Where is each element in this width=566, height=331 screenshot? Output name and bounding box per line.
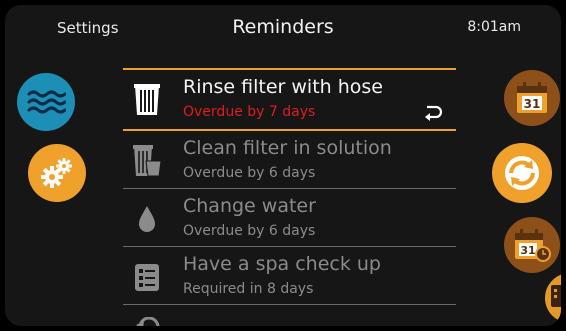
water-waves-icon [27, 90, 66, 114]
clock: 8:01am [467, 19, 521, 35]
reminder-title: Rinse filter with hose [183, 76, 383, 98]
calendar-day: 31 [524, 97, 541, 111]
calendar-clock-icon: 31 [515, 229, 551, 262]
reminder-status: Required in 8 days [183, 281, 314, 297]
settings-button[interactable] [28, 144, 86, 202]
return-icon[interactable] [423, 103, 445, 123]
reminder-item-change-water[interactable]: Change water Overdue by 6 days [123, 189, 456, 246]
calendar-button[interactable]: 31 [504, 70, 560, 126]
filter-icon [134, 84, 160, 115]
water-button[interactable] [17, 73, 75, 131]
water-drop-icon [139, 206, 155, 232]
reminders-button[interactable] [492, 143, 552, 203]
gears-icon [41, 158, 72, 188]
schedule-button[interactable]: 31 [504, 217, 560, 273]
app-frame: Settings Reminders 8:01am 31 31 Rinse fi… [5, 5, 561, 326]
top-bar: Settings Reminders 8:01am [5, 5, 561, 51]
filter-bucket-icon [133, 145, 162, 177]
checklist-icon [135, 264, 159, 291]
reminder-title: Clean filter in solution [183, 137, 392, 159]
reminder-item-rinse-filter[interactable]: Rinse filter with hose Overdue by 7 days [123, 70, 456, 127]
cycle-arrows-icon [505, 156, 539, 190]
reminder-title: Change water [183, 195, 316, 217]
calendar-day-2: 31 [520, 244, 535, 257]
back-arrow-icon[interactable] [134, 317, 164, 326]
reminder-status: Overdue by 6 days [183, 223, 316, 239]
checklist-small-icon [551, 285, 561, 307]
reminder-item-clean-filter[interactable]: Clean filter in solution Overdue by 6 da… [123, 131, 456, 188]
calendar-icon: 31 [517, 82, 547, 113]
list-divider [123, 304, 456, 305]
reminder-status: Overdue by 6 days [183, 165, 316, 181]
reminder-item-spa-checkup[interactable]: Have a spa check up Required in 8 days [123, 247, 456, 304]
reminder-title: Have a spa check up [183, 253, 381, 275]
more-button[interactable] [545, 273, 561, 323]
reminder-status: Overdue by 7 days [183, 104, 316, 120]
